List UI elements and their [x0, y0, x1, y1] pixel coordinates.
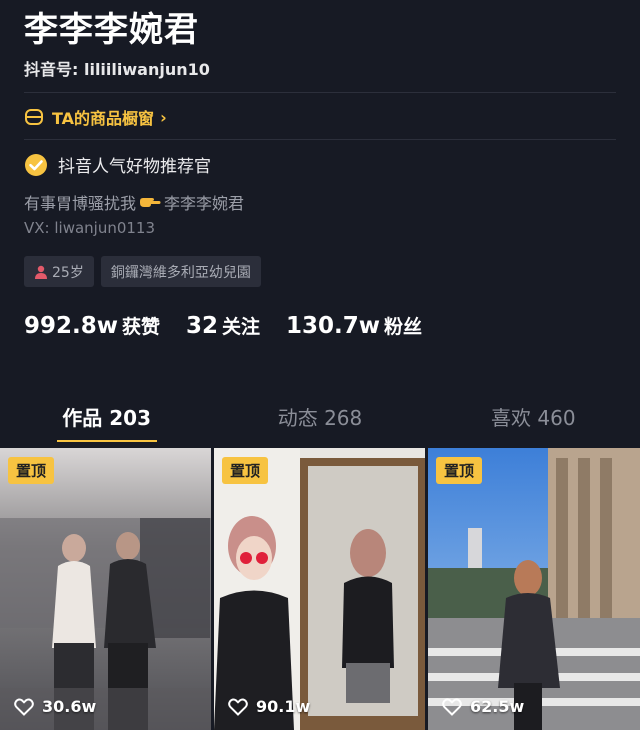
- video-likes-count: 90.1w: [256, 697, 311, 716]
- bio-line: 有事胃博骚扰我 李李李婉君: [24, 190, 244, 214]
- verified-badge: 抖音人气好物推荐官: [24, 152, 211, 177]
- shop-window-link[interactable]: TA的商品橱窗 ›: [24, 105, 167, 129]
- pinned-badge: 置顶: [8, 457, 55, 484]
- verified-check-icon: [25, 153, 47, 176]
- video-likes: 90.1w: [228, 697, 310, 716]
- active-tab-indicator: [57, 440, 157, 442]
- douyin-id: 抖音号: liliiliwanjun10: [24, 60, 210, 79]
- school-label: 銅鑼灣維多利亞幼兒園: [110, 264, 251, 281]
- heart-icon: [228, 698, 248, 716]
- profile-tags: 25岁 銅鑼灣維多利亞幼兒園: [24, 256, 261, 287]
- age-tag: 25岁: [24, 256, 94, 287]
- profile-stats: 992.8w 获赞 32 关注 130.7w 粉丝: [24, 312, 448, 339]
- pointing-hand-icon: [140, 198, 161, 207]
- stat-label: 获赞: [122, 316, 161, 338]
- tab-works[interactable]: 作品 203: [0, 396, 213, 442]
- tab-activity[interactable]: 动态 268: [213, 396, 426, 442]
- divider: [24, 139, 616, 140]
- video-likes: 62.5w: [442, 697, 524, 716]
- video-thumbnail-image: [0, 448, 211, 730]
- pinned-badge: 置顶: [222, 457, 269, 484]
- school-tag: 銅鑼灣維多利亞幼兒園: [100, 256, 261, 287]
- stat-label: 关注: [222, 316, 261, 338]
- female-user-icon: [35, 265, 47, 279]
- profile-header: 李李李婉君 抖音号: liliiliwanjun10 TA的商品橱窗 › 抖音人…: [0, 0, 640, 442]
- video-thumbnail[interactable]: 置顶 90.1w: [214, 448, 425, 730]
- stat-likes[interactable]: 992.8w 获赞: [24, 312, 160, 339]
- stat-value: 992.8w: [24, 313, 118, 339]
- stat-followers[interactable]: 130.7w 粉丝: [286, 312, 422, 339]
- video-likes-count: 62.5w: [470, 697, 525, 716]
- profile-tabs: 作品 203 动态 268 喜欢 460: [0, 396, 640, 442]
- stat-following[interactable]: 32 关注: [186, 312, 260, 339]
- video-thumbnail-image: [428, 448, 640, 730]
- video-likes: 30.6w: [14, 697, 96, 716]
- heart-icon: [14, 698, 34, 716]
- shop-window-icon: [25, 109, 43, 125]
- stat-value: 130.7w: [286, 313, 381, 339]
- verified-label: 抖音人气好物推荐官: [58, 157, 211, 177]
- age-label: 25岁: [52, 264, 84, 281]
- shop-window-label: TA的商品橱窗: [52, 109, 155, 128]
- profile-name: 李李李婉君: [24, 10, 199, 50]
- stat-value: 32: [186, 313, 219, 339]
- stat-label: 粉丝: [384, 316, 423, 338]
- divider: [24, 92, 616, 93]
- chevron-right-icon: ›: [160, 107, 167, 127]
- bio-vx: VX: liwanjun0113: [24, 219, 156, 237]
- bio-name: 李李李婉君: [164, 194, 245, 213]
- pinned-badge: 置顶: [436, 457, 483, 484]
- video-thumbnail[interactable]: 置顶 30.6w: [0, 448, 211, 730]
- video-likes-count: 30.6w: [42, 697, 97, 716]
- bio-text: 有事胃博骚扰我: [24, 194, 137, 213]
- video-thumbnail[interactable]: 置顶 62.5w: [428, 448, 640, 730]
- tab-likes[interactable]: 喜欢 460: [427, 396, 640, 442]
- video-thumbnail-image: [214, 448, 425, 730]
- video-grid: 置顶 30.6w 置顶 90.1w 置顶 62.5w: [0, 448, 640, 730]
- heart-icon: [442, 698, 462, 716]
